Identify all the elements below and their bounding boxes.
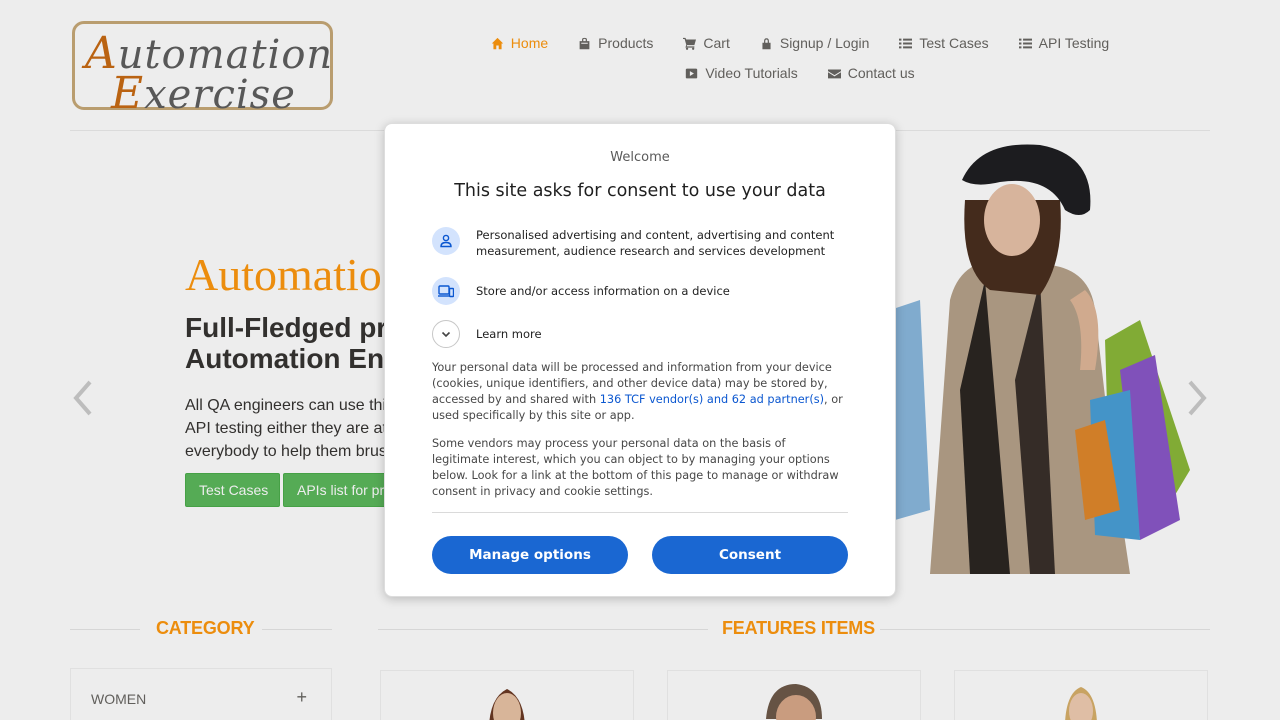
- dialog-divider: [432, 512, 848, 513]
- consent-dialog: Welcome This site asks for consent to us…: [384, 123, 896, 597]
- consent-paragraph-2: Some vendors may process your personal d…: [432, 437, 839, 498]
- consent-button[interactable]: Consent: [652, 536, 848, 574]
- dialog-welcome: Welcome: [610, 150, 670, 165]
- purpose-personalised-ads: Personalised advertising and content, ad…: [432, 227, 856, 259]
- dialog-heading: This site asks for consent to use your d…: [454, 181, 826, 201]
- purpose-store-access: Store and/or access information on a dev…: [432, 277, 856, 305]
- person-icon: [432, 227, 460, 255]
- vendors-link[interactable]: 136 TCF vendor(s) and 62 ad partner(s): [600, 393, 824, 406]
- manage-options-button[interactable]: Manage options: [432, 536, 628, 574]
- devices-icon: [432, 277, 460, 305]
- chevron-down-icon: [432, 320, 460, 348]
- learn-more-toggle[interactable]: Learn more: [432, 320, 542, 348]
- consent-paragraph-1: Your personal data will be processed and…: [432, 361, 843, 422]
